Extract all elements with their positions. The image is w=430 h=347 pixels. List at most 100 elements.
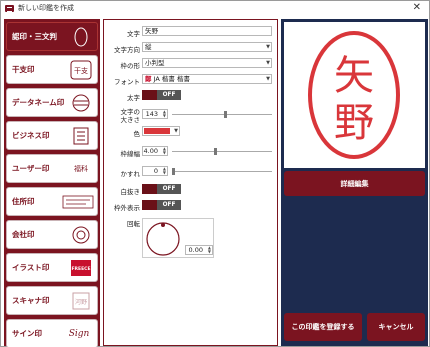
direction-label: 文字方向 xyxy=(114,46,140,54)
font-value: JA 楷書 楷書 xyxy=(153,75,190,83)
detail-edit-button[interactable]: 詳細編集 xyxy=(284,171,425,196)
stamp-preview: 矢 野 xyxy=(284,22,425,168)
border-spinner[interactable]: 4.00 ▲ ▼ xyxy=(142,146,168,156)
size-slider-thumb[interactable] xyxy=(224,111,227,118)
border-value: 4.00 xyxy=(143,147,158,155)
stamp-text-bottom: 野 xyxy=(334,100,374,146)
sidebar-item-eto[interactable]: 干支印 干支 xyxy=(6,55,98,84)
text-input[interactable]: 矢野 xyxy=(142,26,272,36)
text-label: 文字 xyxy=(127,30,140,38)
border-slider[interactable] xyxy=(172,151,272,152)
rotate-dial[interactable] xyxy=(145,221,181,257)
toggle-swatch xyxy=(142,200,157,210)
blur-slider[interactable] xyxy=(172,171,272,172)
scanner-thumb-icon: 河野 xyxy=(70,291,92,311)
app-window: 新しい印鑑を作成 ✕ 認印・三文判 干支印 干支 データネーム印 ビジネス印 ユ… xyxy=(0,0,430,347)
blur-spinner[interactable]: 0 ▲ ▼ xyxy=(142,166,168,176)
window-title: 新しい印鑑を作成 xyxy=(18,4,74,12)
chevron-down-icon: ▼ xyxy=(266,44,270,50)
frame-select[interactable]: 小判型 ▼ xyxy=(142,58,272,68)
bold-toggle[interactable]: OFF xyxy=(142,90,181,100)
app-icon xyxy=(5,4,14,12)
sidebar-item-label: 干支印 xyxy=(12,65,35,74)
business-thumb-icon xyxy=(70,126,92,146)
font-glyph: 鄭 xyxy=(145,75,152,83)
spin-arrows-icon: ▲ ▼ xyxy=(162,146,166,155)
preview-area: 矢 野 詳細編集 この印鑑を登録する キャンセル xyxy=(281,19,428,346)
user-thumb-icon: 福科 xyxy=(74,165,88,173)
sidebar-item-sign[interactable]: サイン印 Sign xyxy=(6,319,98,347)
sidebar-item-label: スキャナ印 xyxy=(12,296,50,305)
size-slider[interactable] xyxy=(172,114,272,115)
border-slider-thumb[interactable] xyxy=(214,148,217,155)
color-label: 色 xyxy=(133,130,141,138)
sidebar-item-user[interactable]: ユーザー印 福科 xyxy=(6,154,98,183)
spin-arrows-icon: ▲ ▼ xyxy=(207,245,211,254)
bold-label: 太字 xyxy=(127,94,140,102)
blur-slider-thumb[interactable] xyxy=(172,168,175,175)
sidebar-item-label: データネーム印 xyxy=(12,98,65,107)
category-sidebar: 認印・三文判 干支印 干支 データネーム印 ビジネス印 ユーザー印 福科 住所印… xyxy=(4,19,100,347)
eto-thumb-icon: 干支 xyxy=(70,60,92,80)
svg-text:河野: 河野 xyxy=(75,298,87,306)
direction-select[interactable]: 縦 ▼ xyxy=(142,42,272,52)
rotate-spinner[interactable]: 0.00 ▲ ▼ xyxy=(185,245,213,255)
address-thumb-icon xyxy=(62,192,94,212)
sign-thumb-icon: Sign xyxy=(68,329,90,339)
stamp-thumb-icon xyxy=(70,27,92,47)
outline-toggle[interactable]: OFF xyxy=(142,184,181,194)
svg-text:干支: 干支 xyxy=(74,66,88,75)
spin-arrows-icon: ▲ ▼ xyxy=(162,109,166,118)
color-swatch xyxy=(144,128,170,134)
illust-thumb-icon: FREECE xyxy=(70,258,92,278)
sidebar-item-mitomein[interactable]: 認印・三文判 xyxy=(6,22,98,51)
rotate-label: 回転 xyxy=(127,220,140,228)
toggle-state: OFF xyxy=(157,184,181,194)
blur-label: かすれ xyxy=(120,170,141,178)
size-spinner[interactable]: 143 ▲ ▼ xyxy=(142,109,168,119)
toggle-state: OFF xyxy=(157,200,181,210)
size-label-line2: 大きさ xyxy=(120,116,141,124)
sidebar-item-scanner[interactable]: スキャナ印 河野 xyxy=(6,286,98,315)
chevron-down-icon: ▼ xyxy=(174,128,178,134)
outline-label: 白抜き xyxy=(120,188,141,196)
sidebar-item-label: 住所印 xyxy=(12,197,35,206)
frame-value: 小判型 xyxy=(145,59,165,67)
sidebar-item-business[interactable]: ビジネス印 xyxy=(6,121,98,150)
toggle-state: OFF xyxy=(157,90,181,100)
spin-arrows-icon: ▲ ▼ xyxy=(162,166,166,175)
cancel-button[interactable]: キャンセル xyxy=(367,313,425,341)
title-bar: 新しい印鑑を作成 ✕ xyxy=(1,1,429,15)
sidebar-item-label: 会社印 xyxy=(12,230,35,239)
direction-value: 縦 xyxy=(145,43,152,51)
close-icon[interactable]: ✕ xyxy=(413,2,421,14)
toggle-swatch xyxy=(142,90,157,100)
sidebar-item-label: イラスト印 xyxy=(12,263,50,272)
chevron-down-icon: ▼ xyxy=(266,60,270,66)
rotate-value: 0.00 xyxy=(188,246,203,254)
stamp-preview-image: 矢 野 xyxy=(308,31,400,159)
outer-label: 枠外表示 xyxy=(114,204,140,212)
company-thumb-icon xyxy=(70,225,92,245)
toggle-swatch xyxy=(142,184,157,194)
settings-panel: 文字 矢野 文字方向 縦 ▼ 枠の形 小判型 ▼ フォント 鄭 JA 楷書 楷書 xyxy=(103,19,278,346)
chevron-down-icon: ▼ xyxy=(266,76,270,82)
size-value: 143 xyxy=(145,110,158,118)
font-select[interactable]: 鄭 JA 楷書 楷書 ▼ xyxy=(142,74,272,84)
sidebar-item-label: 認印・三文判 xyxy=(12,32,57,41)
sidebar-item-label: サイン印 xyxy=(12,329,42,338)
outer-toggle[interactable]: OFF xyxy=(142,200,181,210)
sidebar-item-dataname[interactable]: データネーム印 xyxy=(6,88,98,117)
sidebar-item-address[interactable]: 住所印 xyxy=(6,187,98,216)
rotate-panel: 0.00 ▲ ▼ xyxy=(142,218,214,258)
dataname-thumb-icon xyxy=(70,93,92,113)
sidebar-item-company[interactable]: 会社印 xyxy=(6,220,98,249)
sidebar-item-label: ユーザー印 xyxy=(12,164,50,173)
blur-value: 0 xyxy=(153,167,158,175)
sidebar-item-illust[interactable]: イラスト印 FREECE xyxy=(6,253,98,282)
border-label: 枠線幅 xyxy=(120,150,141,158)
frame-label: 枠の形 xyxy=(120,62,141,70)
color-picker[interactable]: ▼ xyxy=(142,126,180,136)
sidebar-item-label: ビジネス印 xyxy=(12,131,50,140)
register-stamp-button[interactable]: この印鑑を登録する xyxy=(284,313,362,341)
